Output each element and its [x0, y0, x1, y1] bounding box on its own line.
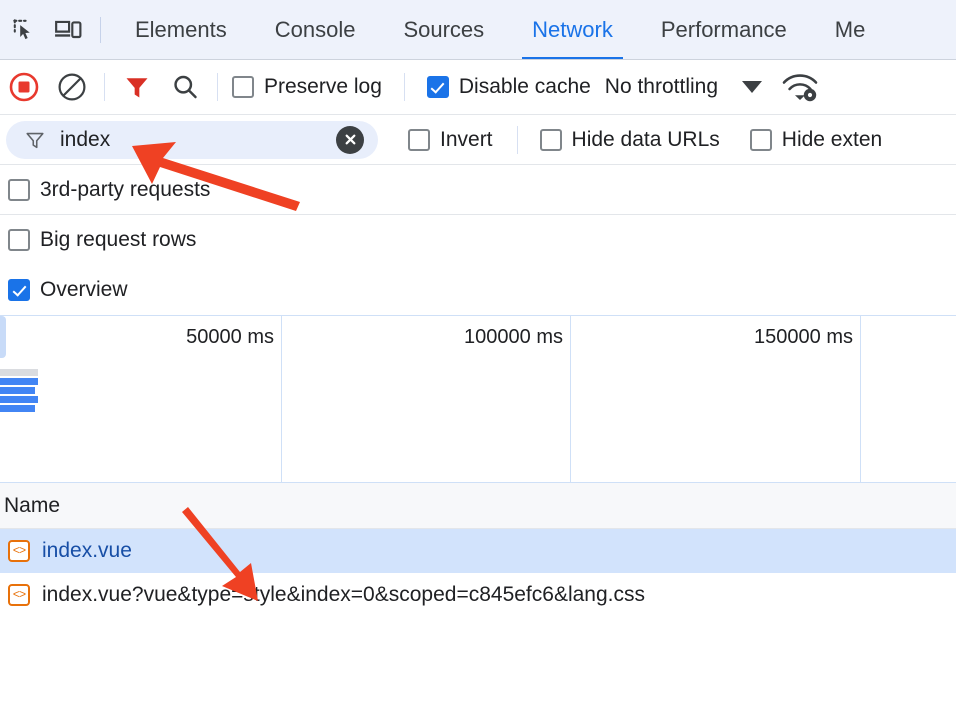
overview-request-bar — [0, 378, 38, 385]
request-name: index.vue?vue&type=style&index=0&scoped=… — [42, 583, 645, 607]
filter-input[interactable]: index — [6, 121, 378, 159]
devtools-network-panel: Elements Console Sources Network Perform… — [0, 0, 956, 708]
preserve-log-label: Preserve log — [264, 75, 382, 99]
network-toolbar: Preserve log Disable cache No throttling — [0, 60, 956, 115]
tab-label: Performance — [661, 17, 787, 43]
hide-extension-urls-checkbox[interactable]: Hide exten — [750, 128, 882, 152]
tab-label: Elements — [135, 17, 227, 43]
overview-request-bar — [0, 405, 35, 412]
filterbar-divider — [517, 126, 518, 154]
network-overview-timeline[interactable]: 50000 ms 100000 ms 150000 ms — [0, 315, 956, 483]
network-filter-bar: index Invert Hide data URLs Hide exten — [0, 115, 956, 165]
third-party-requests-label: 3rd-party requests — [40, 178, 210, 202]
checkbox-box[interactable] — [8, 279, 30, 301]
checkbox-box[interactable] — [408, 129, 430, 151]
invert-checkbox[interactable]: Invert — [408, 128, 493, 152]
overview-divider — [570, 316, 571, 482]
overview-divider — [860, 316, 861, 482]
overview-request-bar — [0, 396, 38, 403]
tab-network[interactable]: Network — [508, 0, 637, 60]
record-stop-icon[interactable] — [0, 60, 48, 115]
overview-row[interactable]: Overview — [0, 265, 956, 315]
wifi-gear-icon[interactable] — [778, 60, 822, 115]
tab-performance[interactable]: Performance — [637, 0, 811, 60]
throttling-value: No throttling — [605, 75, 718, 98]
tab-label: Network — [532, 17, 613, 43]
tab-label: Console — [275, 17, 356, 43]
invert-label: Invert — [440, 128, 493, 152]
third-party-requests-row[interactable]: 3rd-party requests — [0, 165, 956, 215]
overview-selection-handle[interactable] — [0, 316, 6, 358]
checkbox-box[interactable] — [750, 129, 772, 151]
checkbox-box[interactable] — [540, 129, 562, 151]
third-party-requests-checkbox[interactable]: 3rd-party requests — [8, 178, 210, 202]
clear-network-log-icon[interactable] — [48, 60, 96, 115]
tabbar-divider — [100, 17, 101, 43]
big-request-rows-row[interactable]: Big request rows — [0, 215, 956, 265]
throttling-select[interactable]: No throttling — [605, 75, 718, 99]
tab-elements[interactable]: Elements — [111, 0, 251, 60]
overview-tick-label: 150000 ms — [754, 326, 860, 349]
disable-cache-checkbox[interactable]: Disable cache — [427, 75, 591, 99]
chevron-down-icon[interactable] — [742, 81, 762, 93]
hide-data-urls-checkbox[interactable]: Hide data URLs — [540, 128, 720, 152]
overview-request-bar — [0, 369, 38, 376]
toolbar-divider — [217, 73, 218, 101]
tab-label: Sources — [403, 17, 484, 43]
script-file-icon: <> — [8, 584, 30, 606]
checkbox-box[interactable] — [8, 179, 30, 201]
big-request-rows-checkbox[interactable]: Big request rows — [8, 228, 196, 252]
request-name: index.vue — [42, 539, 132, 563]
table-row[interactable]: <> index.vue — [0, 529, 956, 573]
request-table-body: <> index.vue <> index.vue?vue&type=style… — [0, 529, 956, 651]
toolbar-divider — [404, 73, 405, 101]
filter-input-value[interactable]: index — [60, 128, 336, 152]
filter-funnel-icon[interactable] — [113, 60, 161, 115]
big-request-rows-label: Big request rows — [40, 228, 196, 252]
search-icon[interactable] — [161, 60, 209, 115]
hide-extension-urls-label: Hide exten — [782, 128, 882, 152]
disable-cache-label: Disable cache — [459, 75, 591, 99]
filter-funnel-icon — [24, 129, 46, 151]
checkbox-box[interactable] — [232, 76, 254, 98]
checkbox-box[interactable] — [8, 229, 30, 251]
devtools-tab-bar: Elements Console Sources Network Perform… — [0, 0, 956, 60]
script-file-icon: <> — [8, 540, 30, 562]
tab-label: Me — [835, 17, 866, 43]
overview-label: Overview — [40, 278, 128, 302]
overview-checkbox[interactable]: Overview — [8, 278, 128, 302]
overview-tick-label: 50000 ms — [186, 326, 281, 349]
tab-sources[interactable]: Sources — [379, 0, 508, 60]
overview-divider — [281, 316, 282, 482]
inspect-element-icon[interactable] — [2, 0, 46, 60]
overview-request-bar — [0, 387, 35, 394]
overview-tick-label: 100000 ms — [464, 326, 570, 349]
toolbar-divider — [104, 73, 105, 101]
tab-memory[interactable]: Me — [811, 0, 890, 60]
table-row[interactable]: <> index.vue?vue&type=style&index=0&scop… — [0, 573, 956, 617]
request-table-header: Name — [0, 483, 956, 529]
column-header-name[interactable]: Name — [4, 494, 60, 518]
hide-data-urls-label: Hide data URLs — [572, 128, 720, 152]
device-toolbar-icon[interactable] — [46, 0, 90, 60]
clear-input-icon[interactable] — [336, 126, 364, 154]
checkbox-box[interactable] — [427, 76, 449, 98]
preserve-log-checkbox[interactable]: Preserve log — [232, 75, 382, 99]
tab-console[interactable]: Console — [251, 0, 380, 60]
